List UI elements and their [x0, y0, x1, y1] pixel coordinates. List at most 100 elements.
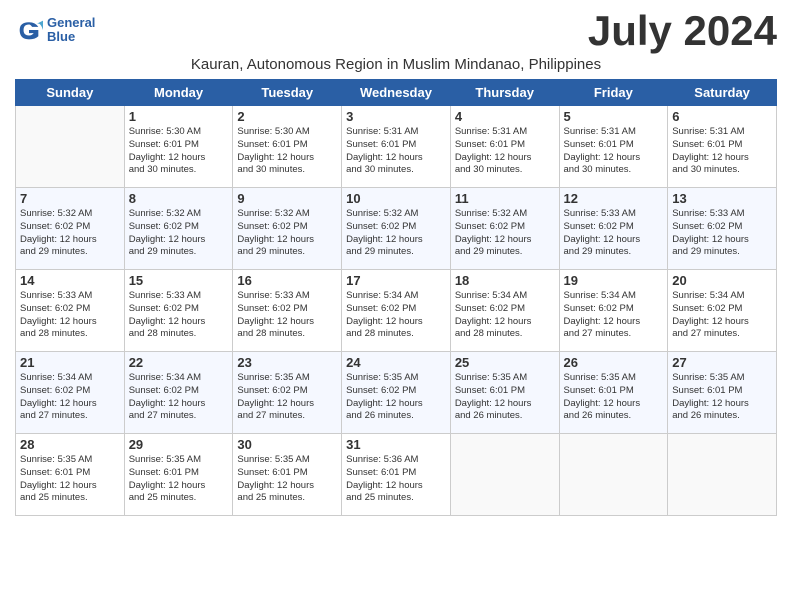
calendar-cell: 16 Sunrise: 5:33 AM Sunset: 6:02 PM Dayli… [233, 270, 342, 352]
day-number: 24 [346, 355, 446, 370]
calendar-cell [450, 434, 559, 516]
week-row-3: 14 Sunrise: 5:33 AM Sunset: 6:02 PM Dayli… [16, 270, 777, 352]
day-number: 27 [672, 355, 772, 370]
calendar-cell: 22 Sunrise: 5:34 AM Sunset: 6:02 PM Dayli… [124, 352, 233, 434]
calendar-cell: 10Sunrise: 5:32 AM Sunset: 6:02 PM Dayli… [342, 188, 451, 270]
header-sunday: Sunday [16, 80, 125, 106]
day-info: Sunrise: 5:33 AM Sunset: 6:02 PM Dayligh… [564, 208, 664, 259]
day-info: Sunrise: 5:35 AM Sunset: 6:02 PM Dayligh… [237, 372, 337, 423]
day-number: 11 [455, 191, 555, 206]
day-info: Sunrise: 5:30 AM Sunset: 6:01 PM Dayligh… [237, 126, 337, 177]
day-number: 22 [129, 355, 229, 370]
header-friday: Friday [559, 80, 668, 106]
week-row-2: 7 Sunrise: 5:32 AM Sunset: 6:02 PM Daylig… [16, 188, 777, 270]
subtitle: Kauran, Autonomous Region in Muslim Mind… [15, 56, 777, 73]
day-number: 7 [20, 191, 120, 206]
day-info: Sunrise: 5:35 AM Sunset: 6:01 PM Dayligh… [564, 372, 664, 423]
calendar-cell: 14Sunrise: 5:33 AM Sunset: 6:02 PM Dayli… [16, 270, 125, 352]
day-number: 9 [237, 191, 337, 206]
day-info: Sunrise: 5:33 AM Sunset: 6:02 PM Dayligh… [672, 208, 772, 259]
day-number: 26 [564, 355, 664, 370]
calendar-cell [668, 434, 777, 516]
day-info: Sunrise: 5:32 AM Sunset: 6:02 PM Dayligh… [346, 208, 446, 259]
day-number: 18 [455, 273, 555, 288]
day-number: 25 [455, 355, 555, 370]
week-row-5: 28 Sunrise: 5:35 AM Sunset: 6:01 PM Dayli… [16, 434, 777, 516]
logo-icon [15, 16, 43, 44]
day-number: 14 [20, 273, 120, 288]
calendar-cell: 4 Sunrise: 5:31 AM Sunset: 6:01 PM Daylig… [450, 106, 559, 188]
day-info: Sunrise: 5:31 AM Sunset: 6:01 PM Dayligh… [672, 126, 772, 177]
day-info: Sunrise: 5:34 AM Sunset: 6:02 PM Dayligh… [20, 372, 120, 423]
calendar-cell: 7 Sunrise: 5:32 AM Sunset: 6:02 PM Daylig… [16, 188, 125, 270]
calendar-cell: 31 Sunrise: 5:36 AM Sunset: 6:01 PM Dayli… [342, 434, 451, 516]
day-info: Sunrise: 5:31 AM Sunset: 6:01 PM Dayligh… [564, 126, 664, 177]
day-number: 23 [237, 355, 337, 370]
calendar-cell: 11 Sunrise: 5:32 AM Sunset: 6:02 PM Dayli… [450, 188, 559, 270]
day-info: Sunrise: 5:33 AM Sunset: 6:02 PM Dayligh… [129, 290, 229, 341]
day-info: Sunrise: 5:32 AM Sunset: 6:02 PM Dayligh… [455, 208, 555, 259]
day-number: 2 [237, 109, 337, 124]
day-number: 4 [455, 109, 555, 124]
day-number: 16 [237, 273, 337, 288]
day-number: 5 [564, 109, 664, 124]
calendar-cell [16, 106, 125, 188]
day-number: 13 [672, 191, 772, 206]
day-info: Sunrise: 5:35 AM Sunset: 6:01 PM Dayligh… [455, 372, 555, 423]
day-info: Sunrise: 5:35 AM Sunset: 6:01 PM Dayligh… [672, 372, 772, 423]
day-info: Sunrise: 5:32 AM Sunset: 6:02 PM Dayligh… [20, 208, 120, 259]
day-number: 17 [346, 273, 446, 288]
calendar-cell: 29 Sunrise: 5:35 AM Sunset: 6:01 PM Dayli… [124, 434, 233, 516]
day-info: Sunrise: 5:35 AM Sunset: 6:01 PM Dayligh… [129, 454, 229, 505]
header-monday: Monday [124, 80, 233, 106]
day-info: Sunrise: 5:35 AM Sunset: 6:02 PM Dayligh… [346, 372, 446, 423]
calendar-cell: 20 Sunrise: 5:34 AM Sunset: 6:02 PM Dayli… [668, 270, 777, 352]
calendar-cell: 6 Sunrise: 5:31 AM Sunset: 6:01 PM Daylig… [668, 106, 777, 188]
day-info: Sunrise: 5:32 AM Sunset: 6:02 PM Dayligh… [129, 208, 229, 259]
calendar-cell: 17 Sunrise: 5:34 AM Sunset: 6:02 PM Dayli… [342, 270, 451, 352]
day-number: 12 [564, 191, 664, 206]
calendar-cell: 18 Sunrise: 5:34 AM Sunset: 6:02 PM Dayli… [450, 270, 559, 352]
day-info: Sunrise: 5:34 AM Sunset: 6:02 PM Dayligh… [129, 372, 229, 423]
day-info: Sunrise: 5:35 AM Sunset: 6:01 PM Dayligh… [237, 454, 337, 505]
day-info: Sunrise: 5:36 AM Sunset: 6:01 PM Dayligh… [346, 454, 446, 505]
calendar-cell: 3 Sunrise: 5:31 AM Sunset: 6:01 PM Daylig… [342, 106, 451, 188]
day-number: 3 [346, 109, 446, 124]
day-number: 30 [237, 437, 337, 452]
calendar-cell: 2 Sunrise: 5:30 AM Sunset: 6:01 PM Daylig… [233, 106, 342, 188]
logo-text: General Blue [47, 16, 95, 45]
day-number: 8 [129, 191, 229, 206]
calendar-cell: 27 Sunrise: 5:35 AM Sunset: 6:01 PM Dayli… [668, 352, 777, 434]
calendar-cell: 12 Sunrise: 5:33 AM Sunset: 6:02 PM Dayli… [559, 188, 668, 270]
day-number: 29 [129, 437, 229, 452]
calendar-cell: 15Sunrise: 5:33 AM Sunset: 6:02 PM Dayli… [124, 270, 233, 352]
calendar-cell: 8 Sunrise: 5:32 AM Sunset: 6:02 PM Daylig… [124, 188, 233, 270]
calendar-cell: 28Sunrise: 5:35 AM Sunset: 6:01 PM Dayli… [16, 434, 125, 516]
day-info: Sunrise: 5:33 AM Sunset: 6:02 PM Dayligh… [237, 290, 337, 341]
day-info: Sunrise: 5:34 AM Sunset: 6:02 PM Dayligh… [455, 290, 555, 341]
logo-line1: General [47, 16, 95, 30]
day-number: 31 [346, 437, 446, 452]
header-row: SundayMondayTuesdayWednesdayThursdayFrid… [16, 80, 777, 106]
logo: General Blue [15, 16, 95, 45]
calendar-cell: 5 Sunrise: 5:31 AM Sunset: 6:01 PM Daylig… [559, 106, 668, 188]
calendar-cell: 25 Sunrise: 5:35 AM Sunset: 6:01 PM Dayli… [450, 352, 559, 434]
day-number: 20 [672, 273, 772, 288]
day-number: 28 [20, 437, 120, 452]
calendar-cell [559, 434, 668, 516]
day-info: Sunrise: 5:31 AM Sunset: 6:01 PM Dayligh… [455, 126, 555, 177]
calendar-table: SundayMondayTuesdayWednesdayThursdayFrid… [15, 79, 777, 516]
day-info: Sunrise: 5:30 AM Sunset: 6:01 PM Dayligh… [129, 126, 229, 177]
day-info: Sunrise: 5:32 AM Sunset: 6:02 PM Dayligh… [237, 208, 337, 259]
week-row-4: 21Sunrise: 5:34 AM Sunset: 6:02 PM Dayli… [16, 352, 777, 434]
day-info: Sunrise: 5:31 AM Sunset: 6:01 PM Dayligh… [346, 126, 446, 177]
calendar-cell: 23 Sunrise: 5:35 AM Sunset: 6:02 PM Dayli… [233, 352, 342, 434]
day-info: Sunrise: 5:34 AM Sunset: 6:02 PM Dayligh… [346, 290, 446, 341]
calendar-cell: 9 Sunrise: 5:32 AM Sunset: 6:02 PM Daylig… [233, 188, 342, 270]
day-number: 19 [564, 273, 664, 288]
day-info: Sunrise: 5:34 AM Sunset: 6:02 PM Dayligh… [672, 290, 772, 341]
calendar-cell: 1Sunrise: 5:30 AM Sunset: 6:01 PM Daylig… [124, 106, 233, 188]
calendar-cell: 13 Sunrise: 5:33 AM Sunset: 6:02 PM Dayli… [668, 188, 777, 270]
day-number: 6 [672, 109, 772, 124]
week-row-1: 1Sunrise: 5:30 AM Sunset: 6:01 PM Daylig… [16, 106, 777, 188]
